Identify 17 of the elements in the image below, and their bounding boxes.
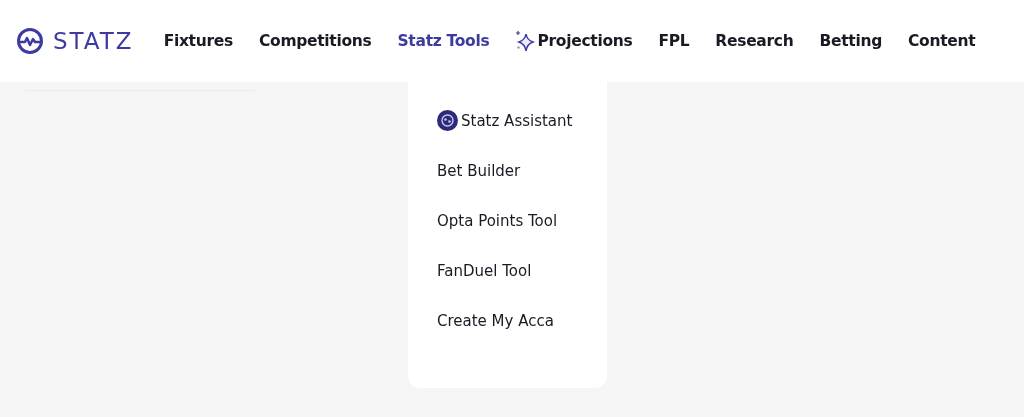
menu-item[interactable]: Opta Points Tool [437, 210, 607, 231]
nav-link[interactable]: Content [908, 32, 976, 50]
nav-link[interactable]: Competitions [258, 32, 372, 50]
nav-link[interactable]: Research [715, 32, 794, 50]
sparkle-icon [515, 30, 536, 52]
nav-link[interactable]: Betting [819, 32, 882, 50]
menu-item[interactable]: Bet Builder [437, 160, 607, 181]
menu-item[interactable]: FanDuel Tool [437, 260, 607, 281]
nav-link[interactable]: Fixtures [163, 32, 233, 50]
assistant-icon [437, 110, 458, 131]
menu-item[interactable]: Create My Acca [437, 310, 607, 331]
nav-link[interactable]: Statz Tools [397, 32, 490, 50]
logo-text: STATZ [53, 28, 134, 54]
menu-item[interactable]: Statz Assistant [437, 110, 607, 131]
logo-icon [16, 27, 44, 55]
nav-link[interactable]: Projections [515, 30, 633, 52]
nav-link[interactable]: FPL [658, 32, 690, 50]
